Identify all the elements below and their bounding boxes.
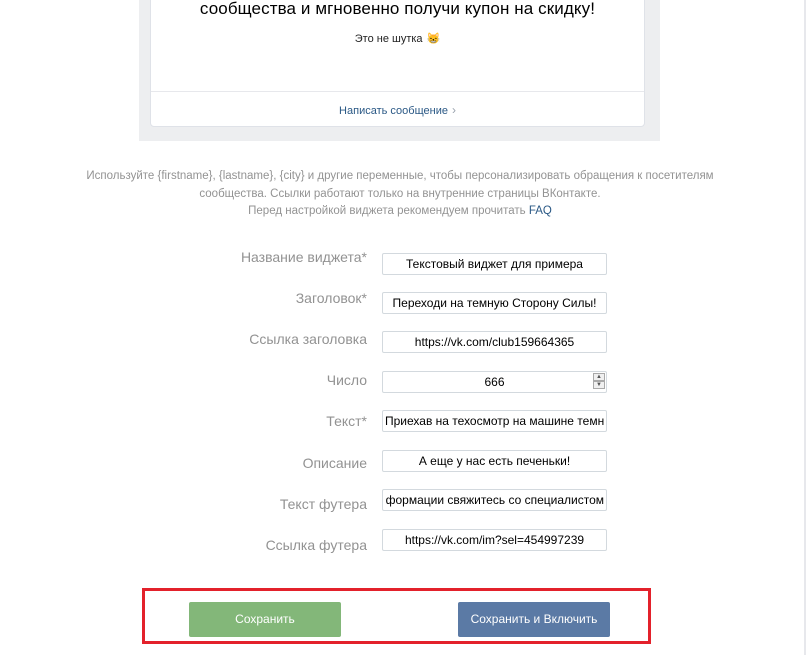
info-line-3-text: Перед настройкой виджета рекомендуем про… [248, 205, 526, 217]
info-line-1: Используйте {firstname}, {lastname}, {ci… [86, 170, 714, 182]
info-line-2: сообщества. Ссылки работают только на вн… [199, 188, 601, 200]
number-input[interactable]: 666 [382, 371, 607, 393]
preview-title: сообщества и мгновенно получи купон на с… [199, 0, 596, 18]
stepper-up-icon[interactable]: ▲ [593, 373, 605, 381]
footer-link-input[interactable]: https://vk.com/im?sel=454997239 [382, 529, 607, 551]
write-message-label[interactable]: Написать сообщение [339, 105, 448, 117]
preview-subtitle-text: Это не шутка [354, 33, 423, 45]
heading-link-input[interactable]: https://vk.com/club159664365 [382, 331, 607, 353]
heading-link-label: Ссылка заголовка [249, 331, 367, 347]
faq-link[interactable]: FAQ [529, 205, 552, 217]
footer-link-label: Ссылка футера [265, 537, 367, 553]
number-stepper[interactable]: ▲ ▼ [593, 373, 605, 391]
footer-text-input[interactable]: формации свяжитесь со специалистом [382, 489, 607, 511]
description-input[interactable]: А еще у нас есть печеньки! [382, 450, 607, 472]
write-message-link[interactable]: Написать сообщение › [151, 103, 644, 117]
heading-label: Заголовок* [295, 290, 367, 306]
save-button[interactable]: Сохранить [189, 602, 341, 637]
info-line-3: Перед настройкой виджета рекомендуем про… [0, 203, 800, 221]
heading-input[interactable]: Переходи на темную Сторону Силы! [382, 292, 607, 314]
number-label: Число [326, 372, 367, 388]
widget-preview-card: сообщества и мгновенно получи купон на с… [150, 0, 645, 127]
text-label: Текст* [326, 413, 367, 429]
description-label: Описание [302, 455, 367, 471]
page-right-border [804, 0, 806, 655]
preview-divider [151, 91, 644, 92]
stepper-down-icon[interactable]: ▼ [593, 381, 605, 389]
preview-subtitle: Это не шутка 😸 [151, 32, 644, 45]
widget-name-input[interactable]: Текстовый виджет для примера [382, 253, 607, 275]
cat-emoji-icon: 😸 [426, 33, 441, 45]
save-and-enable-button[interactable]: Сохранить и Включить [458, 602, 610, 637]
chevron-right-icon: › [451, 103, 456, 117]
widget-name-label: Название виджета* [240, 249, 367, 265]
text-input[interactable]: Приехав на техосмотр на машине темн [382, 410, 607, 432]
footer-text-label: Текст футера [279, 496, 367, 512]
